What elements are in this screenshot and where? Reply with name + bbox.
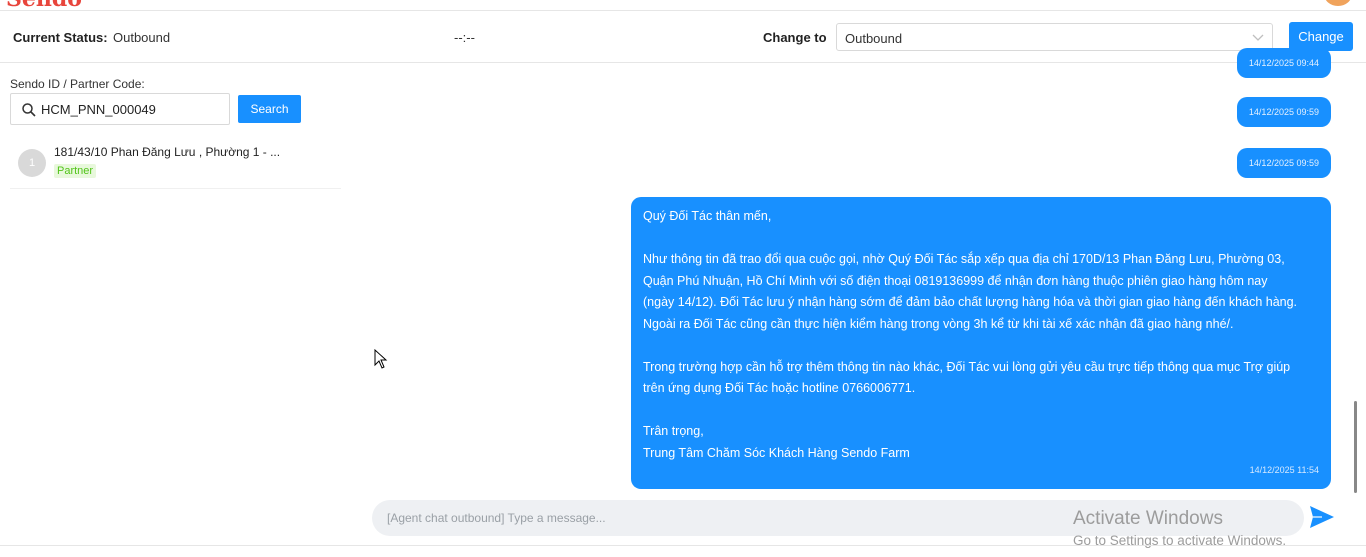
message-line: Trong trường hợp cần hỗ trợ thêm thông t…	[643, 359, 1291, 374]
message-bubble: 14/12/2025 09:59	[1236, 148, 1331, 178]
chevron-down-icon	[1252, 34, 1264, 41]
message-bubble: 14/12/2025 09:44	[1236, 48, 1331, 78]
app-logo[interactable]: Sendo	[6, 0, 82, 10]
list-item[interactable]: 1 181/43/10 Phan Đăng Lưu , Phường 1 - .…	[10, 137, 341, 189]
message-timestamp: 14/12/2025 09:59	[1248, 107, 1319, 117]
message-bubble: 14/12/2025 09:59	[1236, 97, 1331, 127]
message-bubble: Quý Đối Tác thân mến, Như thông tin đã t…	[631, 197, 1331, 489]
search-input-value: HCM_PNN_000049	[41, 102, 156, 117]
message-timestamp: 14/12/2025 11:54	[1249, 464, 1319, 475]
item-address: 181/43/10 Phan Đăng Lưu , Phường 1 - ...	[54, 145, 281, 159]
bottom-divider	[0, 545, 1366, 546]
change-to-label: Change to	[763, 30, 827, 45]
top-header-sliver: Sendo	[0, 0, 1366, 10]
message-line: (ngày 14/12). Đối Tác lưu ý nhận hàng sớ…	[643, 295, 1298, 309]
chat-panel: 14/12/2025 09:44 14/12/2025 09:59 14/12/…	[350, 48, 1366, 557]
partner-search-panel: Sendo ID / Partner Code: HCM_PNN_000049 …	[0, 63, 350, 557]
message-greeting: Quý Đối Tác thân mến,	[643, 209, 772, 223]
status-bar: Current Status: Outbound --:-- Change to…	[0, 10, 1366, 63]
message-timestamp: 14/12/2025 09:44	[1248, 58, 1319, 68]
search-input[interactable]: HCM_PNN_000049	[10, 93, 230, 125]
message-signature: Trung Tâm Chăm Sóc Khách Hàng Sendo Farm	[643, 445, 910, 460]
chat-scrollbar[interactable]	[1354, 401, 1357, 493]
message-line: Ngoài ra Đối Tác cũng cần thực hiện kiểm…	[643, 316, 1234, 331]
search-label: Sendo ID / Partner Code:	[10, 77, 145, 91]
message-line: Quận Phú Nhuận, Hồ Chí Minh với số điện …	[643, 273, 1268, 288]
send-icon[interactable]	[1308, 503, 1336, 531]
mouse-cursor-icon	[374, 349, 388, 369]
item-index-avatar: 1	[18, 149, 46, 177]
message-line: Như thông tin đã trao đổi qua cuộc gọi, …	[643, 252, 1285, 266]
status-select-value: Outbound	[845, 31, 903, 46]
user-avatar[interactable]	[1324, 0, 1352, 6]
status-select[interactable]: Outbound	[836, 23, 1273, 51]
partner-tag: Partner	[54, 164, 97, 178]
search-icon	[22, 103, 36, 117]
watermark-title: Activate Windows	[1073, 508, 1223, 529]
windows-activation-watermark: Activate Windows Go to Settings to activ…	[1073, 508, 1286, 548]
message-line: trên ứng dụng Đối Tác hoặc hotline 07660…	[643, 381, 916, 395]
current-status-value: Outbound	[113, 30, 171, 45]
current-status-label: Current Status:	[13, 30, 108, 45]
message-signoff: Trân trọng,	[643, 424, 704, 438]
message-timestamp: 14/12/2025 09:59	[1248, 158, 1319, 168]
search-button[interactable]: Search	[238, 95, 301, 123]
change-button[interactable]: Change	[1289, 22, 1353, 51]
status-time-value: --:--	[454, 30, 475, 45]
